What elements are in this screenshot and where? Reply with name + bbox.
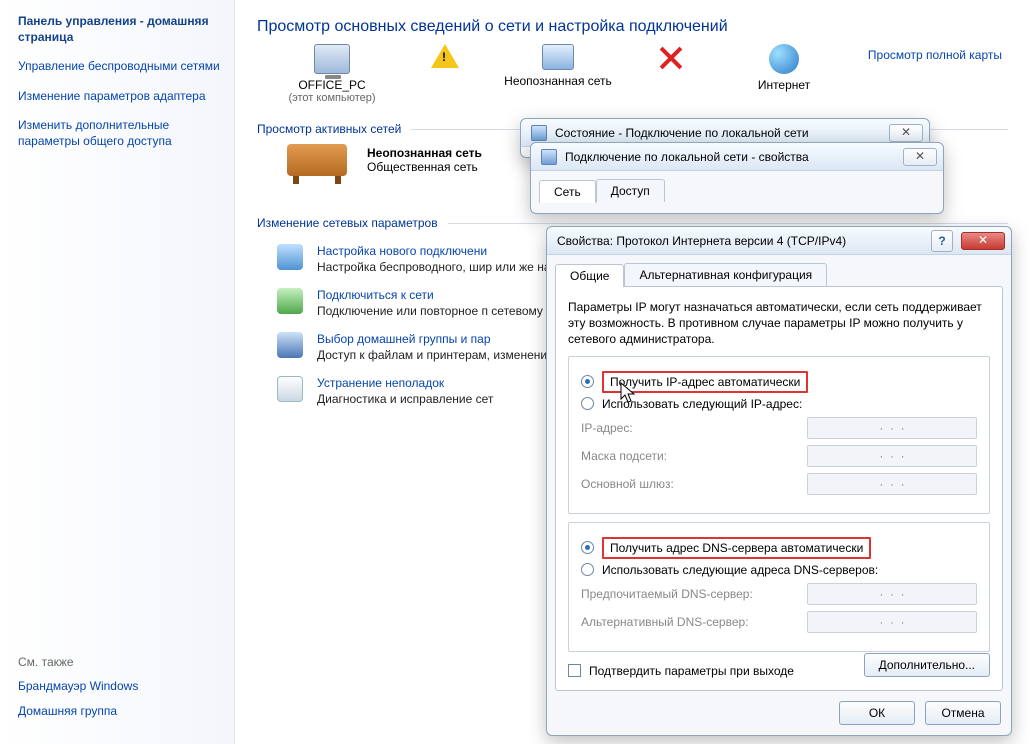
homegroup-icon <box>277 332 303 358</box>
bench-icon <box>287 144 347 176</box>
tab-network[interactable]: Сеть <box>539 180 596 203</box>
see-also-firewall[interactable]: Брандмауэр Windows <box>18 679 138 695</box>
pc-sublabel: (этот компьютер) <box>257 92 407 104</box>
close-button[interactable]: ✕ <box>889 124 923 142</box>
label-mask: Маска подсети: <box>581 449 667 463</box>
tab-general[interactable]: Общие <box>555 264 624 287</box>
radio-ip-manual-label: Использовать следующий IP-адрес: <box>602 397 802 411</box>
dialog-ipv4-properties[interactable]: Свойства: Протокол Интернета версии 4 (T… <box>546 226 1012 736</box>
radio-dns-manual-label: Использовать следующие адреса DNS-сервер… <box>602 563 878 577</box>
tab-access[interactable]: Доступ <box>596 179 665 202</box>
advanced-button[interactable]: Дополнительно... <box>864 653 990 677</box>
active-network-name: Неопознанная сеть <box>367 146 482 160</box>
network-map-warning <box>415 44 475 72</box>
label-ip: IP-адрес: <box>581 421 633 435</box>
section-active-label: Просмотр активных сетей <box>257 122 401 136</box>
warning-icon <box>431 44 459 68</box>
x-icon <box>657 44 685 72</box>
unknown-label: Неопознанная сеть <box>483 74 633 88</box>
radio-ip-manual[interactable] <box>581 397 594 410</box>
input-mask: · · · <box>807 445 977 467</box>
help-button[interactable]: ? <box>931 230 953 252</box>
monitor-icon <box>531 125 547 141</box>
input-dns1: · · · <box>807 583 977 605</box>
control-panel-home-link[interactable]: Панель управления - домашняя страница <box>18 14 220 45</box>
network-icon <box>542 44 574 70</box>
section-params-label: Изменение сетевых параметров <box>257 216 438 230</box>
sidebar-link-wifi[interactable]: Управление беспроводными сетями <box>18 59 220 75</box>
dialog-title: Свойства: Протокол Интернета версии 4 (T… <box>557 234 846 248</box>
network-map-disconnected <box>641 44 701 76</box>
pc-icon <box>314 44 350 74</box>
see-also-homegroup[interactable]: Домашняя группа <box>18 704 138 720</box>
label-gateway: Основной шлюз: <box>581 477 674 491</box>
monitor-icon <box>541 149 557 165</box>
intro-text: Параметры IP могут назначаться автоматич… <box>568 299 990 348</box>
dialog-title: Состояние - Подключение по локальной сет… <box>555 126 809 140</box>
dialog-title: Подключение по локальной сети - свойства <box>565 150 809 164</box>
task-title: Устранение неполадок <box>317 376 493 390</box>
radio-ip-auto-label: Получить IP-адрес автоматически <box>602 371 808 393</box>
radio-ip-auto[interactable] <box>581 375 594 388</box>
network-map-unknown[interactable]: Неопознанная сеть <box>483 44 633 88</box>
ipv4-general-panel: Параметры IP могут назначаться автоматич… <box>555 286 1003 691</box>
pc-label: OFFICE_PC <box>257 78 407 92</box>
see-also-heading: См. также <box>18 655 138 669</box>
checkbox-confirm[interactable] <box>568 664 581 677</box>
internet-label: Интернет <box>709 78 859 92</box>
dialog-lan-properties[interactable]: Подключение по локальной сети - свойства… <box>530 142 944 214</box>
cancel-button[interactable]: Отмена <box>925 701 1001 725</box>
tab-alt-config[interactable]: Альтернативная конфигурация <box>624 263 827 286</box>
sidebar-link-sharing[interactable]: Изменить дополнительные параметры общего… <box>18 118 220 149</box>
input-ip: · · · <box>807 417 977 439</box>
network-map-pc[interactable]: OFFICE_PC (этот компьютер) <box>257 44 407 104</box>
network-map-internet[interactable]: Интернет <box>709 44 859 92</box>
close-button[interactable]: ✕ <box>903 148 937 166</box>
new-connection-icon <box>277 244 303 270</box>
connect-icon <box>277 288 303 314</box>
radio-dns-auto-label: Получить адрес DNS-сервера автоматически <box>602 537 871 559</box>
label-dns1: Предпочитаемый DNS-сервер: <box>581 587 753 601</box>
control-panel-sidebar: Панель управления - домашняя страница Уп… <box>0 0 235 744</box>
active-network-type: Общественная сеть <box>367 160 482 174</box>
page-title: Просмотр основных сведений о сети и наст… <box>257 18 1008 36</box>
sidebar-see-also: См. также Брандмауэр Windows Домашняя гр… <box>18 655 138 730</box>
troubleshoot-icon <box>277 376 303 402</box>
full-map-link[interactable]: Просмотр полной карты <box>868 48 1002 62</box>
ip-address-group: Получить IP-адрес автоматически Использо… <box>568 356 990 514</box>
ok-button[interactable]: ОК <box>839 701 915 725</box>
input-dns2: · · · <box>807 611 977 633</box>
label-dns2: Альтернативный DNS-сервер: <box>581 615 749 629</box>
task-desc: Диагностика и исправление сет <box>317 392 493 406</box>
dns-group: Получить адрес DNS-сервера автоматически… <box>568 522 990 652</box>
radio-dns-manual[interactable] <box>581 563 594 576</box>
globe-icon <box>769 44 799 74</box>
checkbox-confirm-label: Подтвердить параметры при выходе <box>589 664 794 678</box>
close-button[interactable]: ✕ <box>961 232 1005 250</box>
radio-dns-auto[interactable] <box>581 541 594 554</box>
input-gateway: · · · <box>807 473 977 495</box>
sidebar-link-adapter[interactable]: Изменение параметров адаптера <box>18 89 220 105</box>
